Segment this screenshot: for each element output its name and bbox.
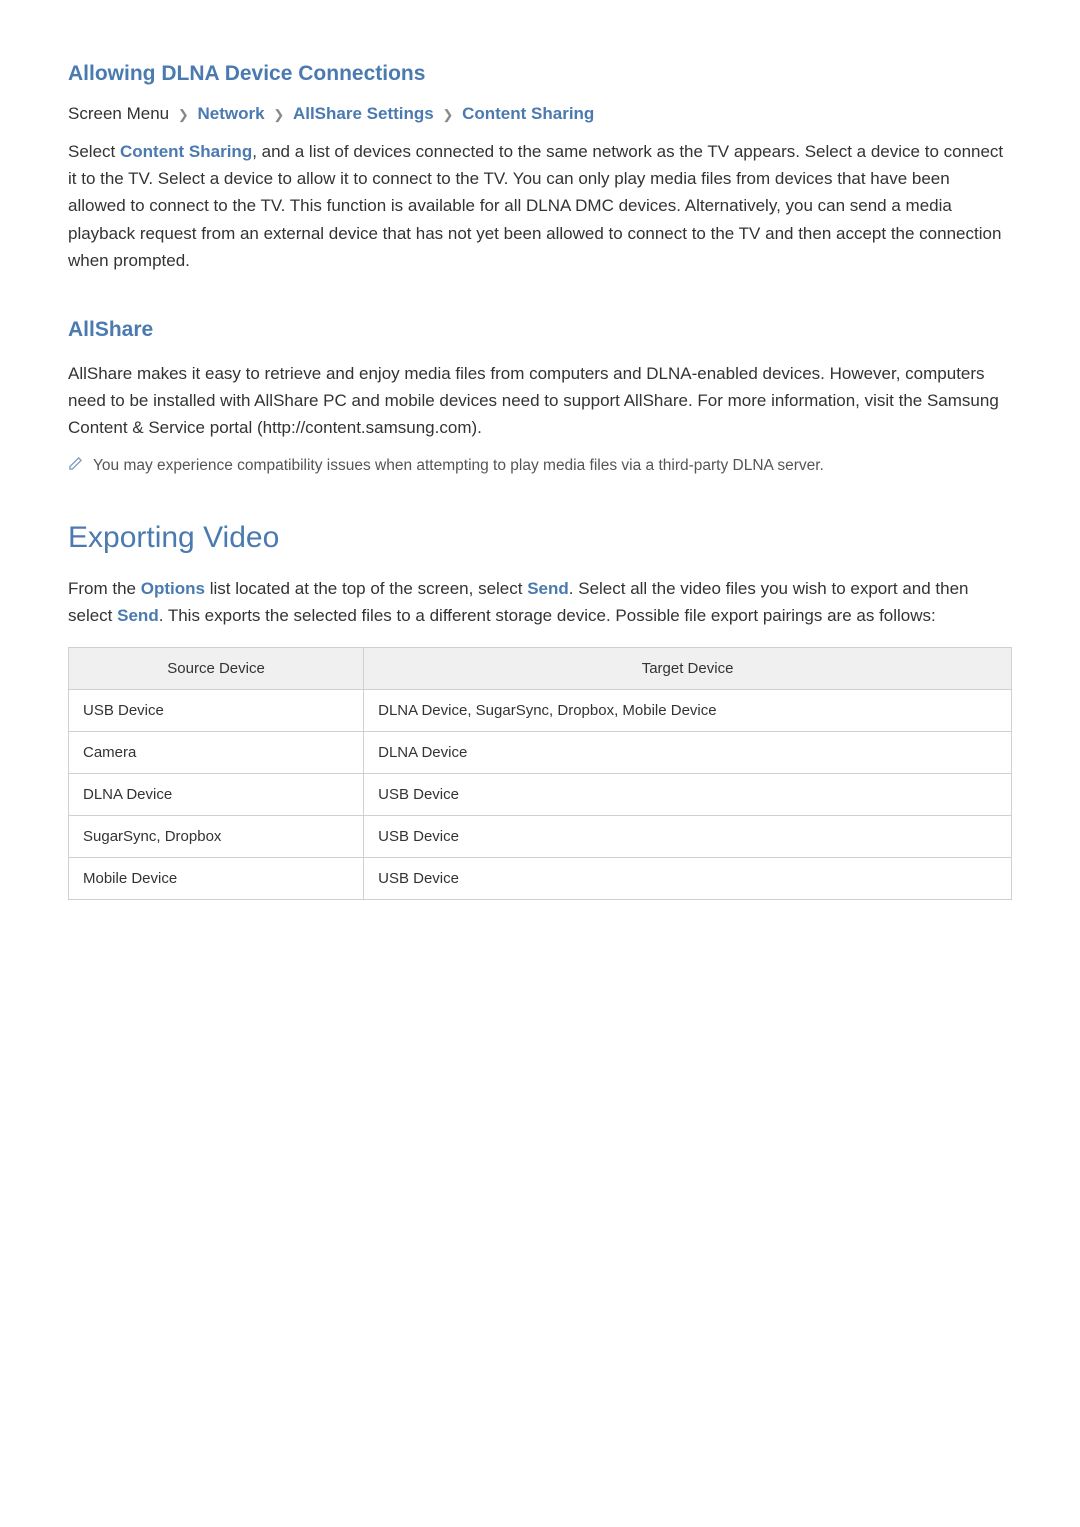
heading-dlna: Allowing DLNA Device Connections xyxy=(68,62,1012,86)
table-row: SugarSync, Dropbox USB Device xyxy=(69,816,1012,858)
heading-allshare: AllShare xyxy=(68,318,1012,342)
pencil-icon xyxy=(68,456,83,476)
chevron-right-icon: ❯ xyxy=(273,107,284,122)
table-row: DLNA Device USB Device xyxy=(69,774,1012,816)
link-options[interactable]: Options xyxy=(141,579,205,598)
breadcrumb-allshare-settings[interactable]: AllShare Settings xyxy=(293,104,434,123)
heading-exporting-video: Exporting Video xyxy=(68,521,1012,555)
link-send-1[interactable]: Send xyxy=(527,579,569,598)
cell-target: USB Device xyxy=(364,816,1012,858)
cell-target: USB Device xyxy=(364,774,1012,816)
cell-source: Mobile Device xyxy=(69,858,364,900)
chevron-right-icon: ❯ xyxy=(442,107,453,122)
table-row: Camera DLNA Device xyxy=(69,732,1012,774)
cell-target: DLNA Device, SugarSync, Dropbox, Mobile … xyxy=(364,690,1012,732)
cell-source: USB Device xyxy=(69,690,364,732)
text-d: . This exports the selected files to a d… xyxy=(159,606,936,625)
table-row: Mobile Device USB Device xyxy=(69,858,1012,900)
breadcrumb-prefix: Screen Menu xyxy=(68,104,169,123)
chevron-right-icon: ❯ xyxy=(178,107,189,122)
link-content-sharing[interactable]: Content Sharing xyxy=(120,142,252,161)
table-row: USB Device DLNA Device, SugarSync, Dropb… xyxy=(69,690,1012,732)
section-exporting-video: Exporting Video From the Options list lo… xyxy=(68,521,1012,900)
link-send-2[interactable]: Send xyxy=(117,606,159,625)
text-after: , and a list of devices connected to the… xyxy=(68,142,1003,270)
export-pairings-table: Source Device Target Device USB Device D… xyxy=(68,647,1012,900)
dlna-paragraph: Select Content Sharing, and a list of de… xyxy=(68,138,1012,274)
text-b: list located at the top of the screen, s… xyxy=(205,579,527,598)
cell-target: DLNA Device xyxy=(364,732,1012,774)
section-dlna: Allowing DLNA Device Connections Screen … xyxy=(68,62,1012,274)
section-allshare: AllShare AllShare makes it easy to retri… xyxy=(68,318,1012,477)
text-a: From the xyxy=(68,579,141,598)
breadcrumb-content-sharing[interactable]: Content Sharing xyxy=(462,104,594,123)
note-row: You may experience compatibility issues … xyxy=(68,454,1012,477)
allshare-paragraph: AllShare makes it easy to retrieve and e… xyxy=(68,360,1012,442)
export-paragraph: From the Options list located at the top… xyxy=(68,575,1012,629)
cell-target: USB Device xyxy=(364,858,1012,900)
cell-source: DLNA Device xyxy=(69,774,364,816)
th-target: Target Device xyxy=(364,648,1012,690)
breadcrumb-network[interactable]: Network xyxy=(198,104,265,123)
table-header-row: Source Device Target Device xyxy=(69,648,1012,690)
breadcrumb: Screen Menu ❯ Network ❯ AllShare Setting… xyxy=(68,104,1012,124)
cell-source: Camera xyxy=(69,732,364,774)
cell-source: SugarSync, Dropbox xyxy=(69,816,364,858)
text-before: Select xyxy=(68,142,120,161)
th-source: Source Device xyxy=(69,648,364,690)
note-text: You may experience compatibility issues … xyxy=(93,454,824,477)
